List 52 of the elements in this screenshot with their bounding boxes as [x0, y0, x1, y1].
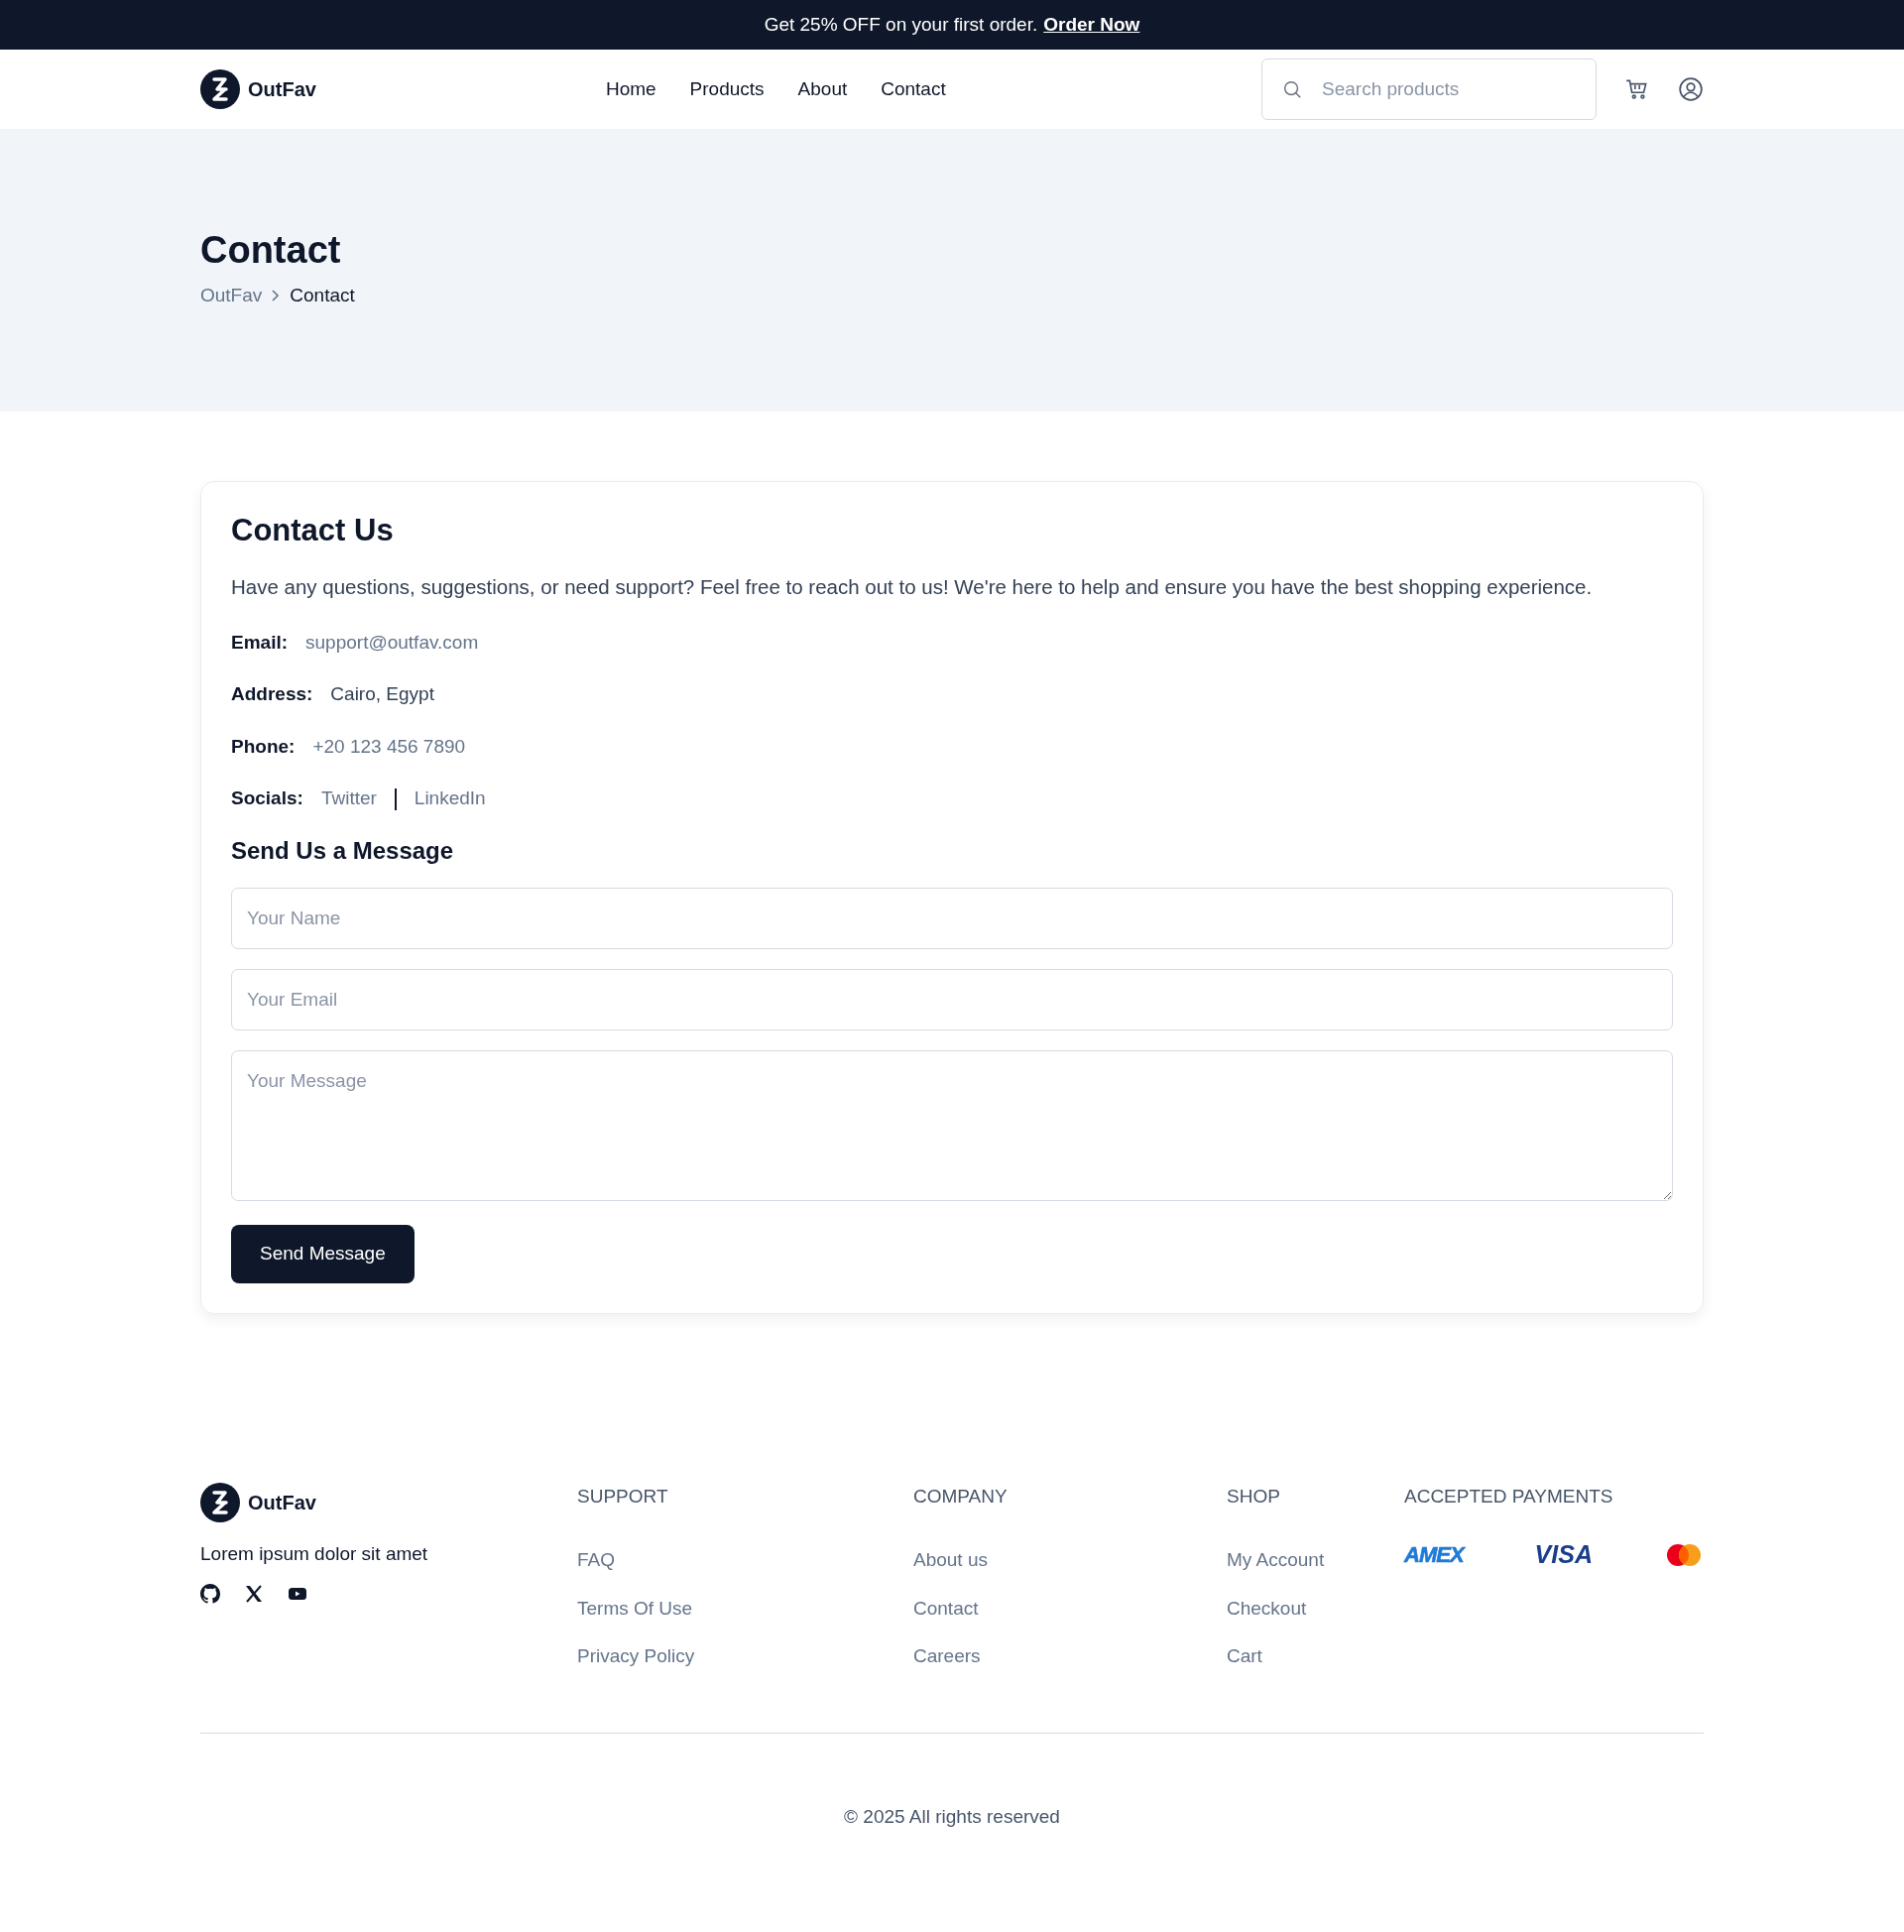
column-heading: SHOP — [1227, 1484, 1281, 1509]
x-icon[interactable] — [244, 1584, 264, 1605]
logo-icon[interactable] — [200, 1482, 240, 1522]
page-title: Contact — [200, 228, 342, 273]
footer-link[interactable]: Contact — [913, 1594, 1227, 1624]
detail-label: Phone: — [231, 734, 296, 759]
detail-link[interactable]: support@outfav.com — [305, 628, 479, 658]
copyright-text: © 2025 All rights reserved — [844, 1805, 1060, 1827]
detail-label: Socials: — [231, 786, 303, 811]
column-heading: ACCEPTED PAYMENTS — [1404, 1484, 1614, 1509]
nav-link[interactable]: Home — [605, 74, 656, 104]
footer-link[interactable]: FAQ — [577, 1546, 913, 1575]
footer-link[interactable]: About us — [913, 1546, 1227, 1575]
brand-name[interactable]: OutFav — [248, 74, 316, 104]
intro-text: Have any questions, suggestions, or need support? Feel free to reach out to us! We're here to help and ensure you have the best shopping experience. — [231, 574, 1594, 601]
card-title: Contact Us — [231, 512, 395, 549]
input-field[interactable]: Your Name — [231, 887, 1673, 949]
column-heading: SUPPORT — [577, 1484, 669, 1509]
order-now-link[interactable]: Order Now — [1043, 10, 1140, 40]
promo-text: Get 25% OFF on your first order. — [764, 12, 1038, 37]
github-icon[interactable] — [200, 1584, 220, 1605]
search-field[interactable]: Search products — [1261, 59, 1597, 120]
amex-logo: AMEX — [1404, 1541, 1464, 1570]
detail-link[interactable]: Twitter — [320, 785, 377, 813]
detail-label: Email: — [231, 630, 289, 655]
detail-value: Cairo, Egypt — [330, 682, 434, 707]
brand-name[interactable]: OutFav — [248, 1487, 316, 1517]
detail-link[interactable]: LinkedIn — [414, 785, 486, 813]
tagline: Lorem ipsum dolor sit amet — [200, 1541, 429, 1566]
form-title: Send Us a Message — [231, 836, 455, 866]
footer-link[interactable]: Terms Of Use — [577, 1594, 913, 1624]
search-icon — [1281, 78, 1303, 100]
detail-link[interactable]: +20 123 456 7890 — [312, 732, 466, 762]
breadcrumb-item[interactable]: OutFav — [200, 281, 263, 310]
logo-icon[interactable] — [200, 69, 240, 109]
column-heading: COMPANY — [913, 1484, 1009, 1509]
user-icon[interactable] — [1678, 76, 1704, 102]
nav-link[interactable]: Products — [689, 74, 765, 104]
footer-link[interactable]: Privacy Policy — [577, 1642, 913, 1671]
breadcrumb-item: Contact — [290, 283, 355, 307]
send-message-button[interactable]: Send Message — [231, 1224, 415, 1283]
card-circles-icon — [1664, 1542, 1704, 1568]
footer-link[interactable]: Cart — [1227, 1642, 1404, 1671]
footer-link[interactable]: Careers — [913, 1642, 1227, 1671]
footer-link[interactable]: Checkout — [1227, 1594, 1404, 1624]
input-field[interactable]: Your Email — [231, 968, 1673, 1030]
nav-link[interactable]: Contact — [881, 74, 946, 104]
nav-link[interactable]: About — [797, 74, 848, 104]
detail-label: Address: — [231, 682, 313, 707]
message-field[interactable]: Your Message — [231, 1049, 1673, 1201]
visa-logo: VISA — [1534, 1539, 1593, 1571]
footer-link[interactable]: My Account — [1227, 1546, 1404, 1575]
